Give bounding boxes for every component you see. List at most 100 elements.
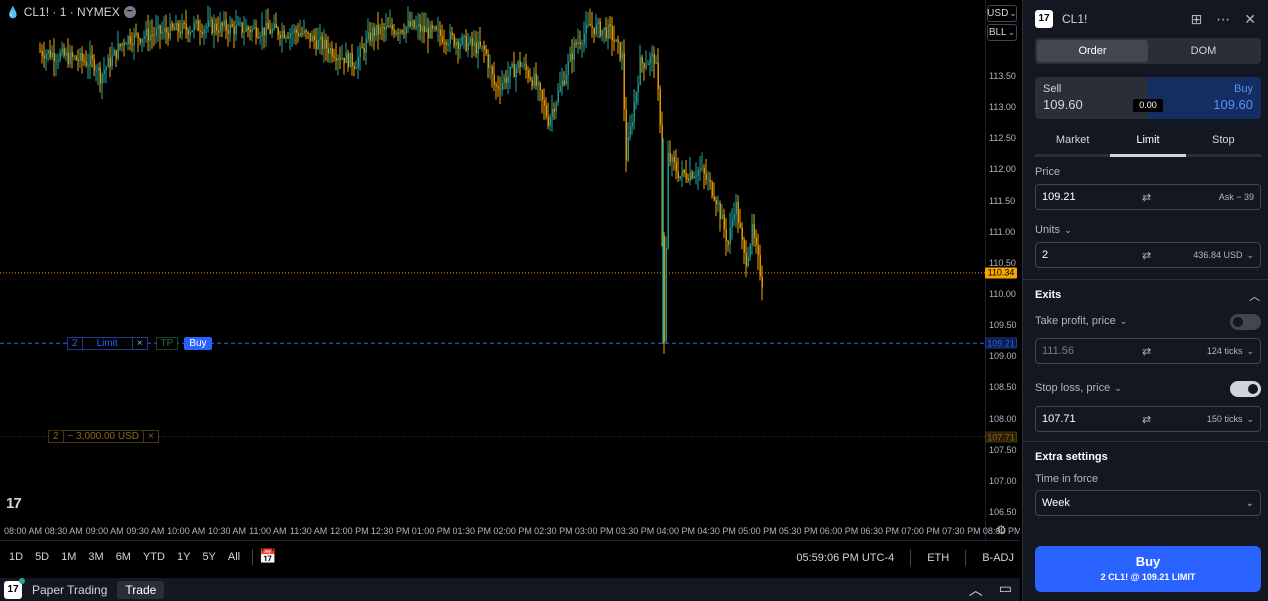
candle-body [519, 61, 521, 67]
units-label-row[interactable]: Units ⌄ [1035, 224, 1072, 236]
tab-trade[interactable]: Trade [117, 580, 165, 599]
candle-body [49, 50, 51, 58]
candle-body [189, 31, 191, 35]
range-button[interactable]: 3M [88, 551, 103, 563]
maximize-icon[interactable]: ▭ [999, 580, 1012, 600]
candle-body [359, 47, 361, 58]
candle-body [81, 53, 83, 61]
time-tick: 07:30 PM [942, 526, 981, 536]
tab-order[interactable]: Order [1037, 40, 1148, 62]
stop-loss-input[interactable]: 107.71 ⇄ 150 ticks ⌄ [1035, 406, 1261, 432]
price-input[interactable]: 109.21 ⇄ Ask − 39 [1035, 184, 1261, 210]
chevron-up-icon[interactable]: ︿ [969, 580, 983, 600]
range-button[interactable]: All [228, 551, 240, 563]
sell-price: 109.60 [1043, 97, 1083, 112]
candle-body [377, 24, 379, 35]
tradingview-logo-icon: 17 [6, 495, 22, 512]
stop-order-tag[interactable]: 2 − 3,000.00 USD × [48, 430, 159, 444]
limit-order-type[interactable]: Limit [82, 336, 133, 350]
order-type-tabs: Market Limit Stop [1035, 133, 1261, 157]
range-button[interactable]: 6M [116, 551, 131, 563]
collapse-icon[interactable]: − [123, 6, 136, 18]
stop-loss-ticks[interactable]: 150 ticks ⌄ [1207, 414, 1254, 425]
sell-button[interactable]: Sell 109.60 [1035, 77, 1148, 119]
range-button[interactable]: 1M [61, 551, 76, 563]
currency-button[interactable]: USD ⌄ [987, 5, 1017, 22]
limit-order-cancel-button[interactable]: × [132, 336, 148, 350]
units-input[interactable]: 2 ⇄ 436.84 USD ⌄ [1035, 242, 1261, 268]
swap-icon[interactable]: ⇄ [1142, 249, 1151, 262]
candle-body [465, 35, 467, 51]
limit-order-tag[interactable]: 2 Limit × TP Buy [67, 336, 212, 350]
divider [1023, 441, 1268, 442]
range-button[interactable]: 5Y [202, 551, 215, 563]
chevron-down-icon: ⌄ [1064, 224, 1072, 235]
units-amount[interactable]: 436.84 USD ⌄ [1193, 250, 1254, 261]
stop-order-cancel-button[interactable]: × [144, 430, 159, 444]
swap-icon[interactable]: ⇄ [1142, 345, 1151, 358]
candle-body [275, 23, 277, 29]
tab-paper-trading[interactable]: Paper Trading [32, 583, 107, 597]
symbol-header[interactable]: 💧 CL1! · 1 · NYMEX − [6, 5, 136, 19]
unit-button[interactable]: BLL ⌄ [987, 24, 1017, 41]
stop-loss-toggle[interactable] [1230, 381, 1261, 397]
candle-body [219, 22, 221, 33]
exits-title[interactable]: Exits [1035, 289, 1061, 301]
adjust-button[interactable]: B-ADJ [982, 552, 1014, 564]
close-icon[interactable]: ✕ [1244, 11, 1256, 28]
candle-body [205, 26, 207, 29]
candle-body [133, 33, 135, 46]
candle-body [231, 24, 233, 27]
buy-side-button[interactable]: Buy 109.60 [1148, 77, 1261, 119]
swap-icon[interactable]: ⇄ [1142, 413, 1151, 426]
time-in-force-select[interactable]: Week ⌄ [1035, 490, 1261, 516]
tab-dom[interactable]: DOM [1148, 40, 1259, 62]
candle-body [63, 48, 65, 56]
take-profit-input[interactable]: 111.56 ⇄ 124 ticks ⌄ [1035, 338, 1261, 364]
toggle-knob [1233, 317, 1243, 327]
calendar-icon[interactable]: 📅 [259, 548, 276, 565]
submit-buy-button[interactable]: Buy 2 CL1! @ 109.21 LIMIT [1035, 546, 1261, 592]
tab-market[interactable]: Market [1035, 133, 1111, 157]
tab-limit[interactable]: Limit [1110, 133, 1186, 157]
limit-order-side[interactable]: Buy [184, 336, 212, 350]
candle-body [651, 53, 653, 57]
stop-loss-label-row[interactable]: Stop loss, price ⌄ [1035, 382, 1122, 394]
take-profit-label-row[interactable]: Take profit, price ⌄ [1035, 315, 1127, 327]
gear-icon[interactable]: ⚙ [996, 523, 1007, 537]
candle-body [409, 21, 411, 27]
broker-logo-icon[interactable]: 17 [4, 577, 25, 599]
more-icon[interactable]: ⋯ [1216, 11, 1230, 28]
tab-stop[interactable]: Stop [1185, 133, 1261, 157]
range-button[interactable]: 1D [9, 551, 23, 563]
candle-body [561, 80, 563, 87]
range-button[interactable]: 5D [35, 551, 49, 563]
candle-body [389, 24, 391, 27]
candle-body [527, 70, 529, 78]
range-button[interactable]: 1Y [177, 551, 190, 563]
time-axis[interactable]: 08:00 AM 08:30 AM 09:00 AM 09:30 AM 10:00 AM… [0, 520, 1020, 540]
candle-body [79, 53, 81, 62]
candle-body [757, 245, 759, 255]
time-tick: 11:00 AM [249, 526, 287, 536]
time-tick: 03:30 PM [615, 526, 655, 536]
candle-body [85, 61, 87, 66]
candle-body [343, 57, 345, 64]
range-button[interactable]: YTD [143, 551, 165, 563]
session-button[interactable]: ETH [927, 552, 949, 564]
chart-area[interactable]: 💧 CL1! · 1 · NYMEX − USD ⌄ BLL ⌄ 113.50 1… [0, 0, 1020, 540]
chevron-up-icon[interactable]: ︿ [1249, 288, 1260, 304]
candle-body [267, 22, 269, 30]
take-profit-tag[interactable]: TP [155, 336, 179, 350]
price-offset[interactable]: Ask − 39 [1219, 192, 1254, 202]
swap-icon[interactable]: ⇄ [1142, 191, 1151, 204]
add-widget-icon[interactable]: ⊞ [1191, 11, 1203, 28]
candle-body [361, 47, 363, 49]
take-profit-toggle[interactable] [1230, 314, 1261, 330]
candle-body [107, 57, 109, 68]
candle-body [305, 30, 307, 33]
clock[interactable]: 05:59:06 PM UTC-4 [796, 552, 894, 564]
candle-body [393, 29, 395, 35]
range-buttons: 1D 5D 1M 3M 6M YTD 1Y 5Y All [0, 551, 246, 563]
take-profit-ticks[interactable]: 124 ticks ⌄ [1207, 346, 1254, 357]
